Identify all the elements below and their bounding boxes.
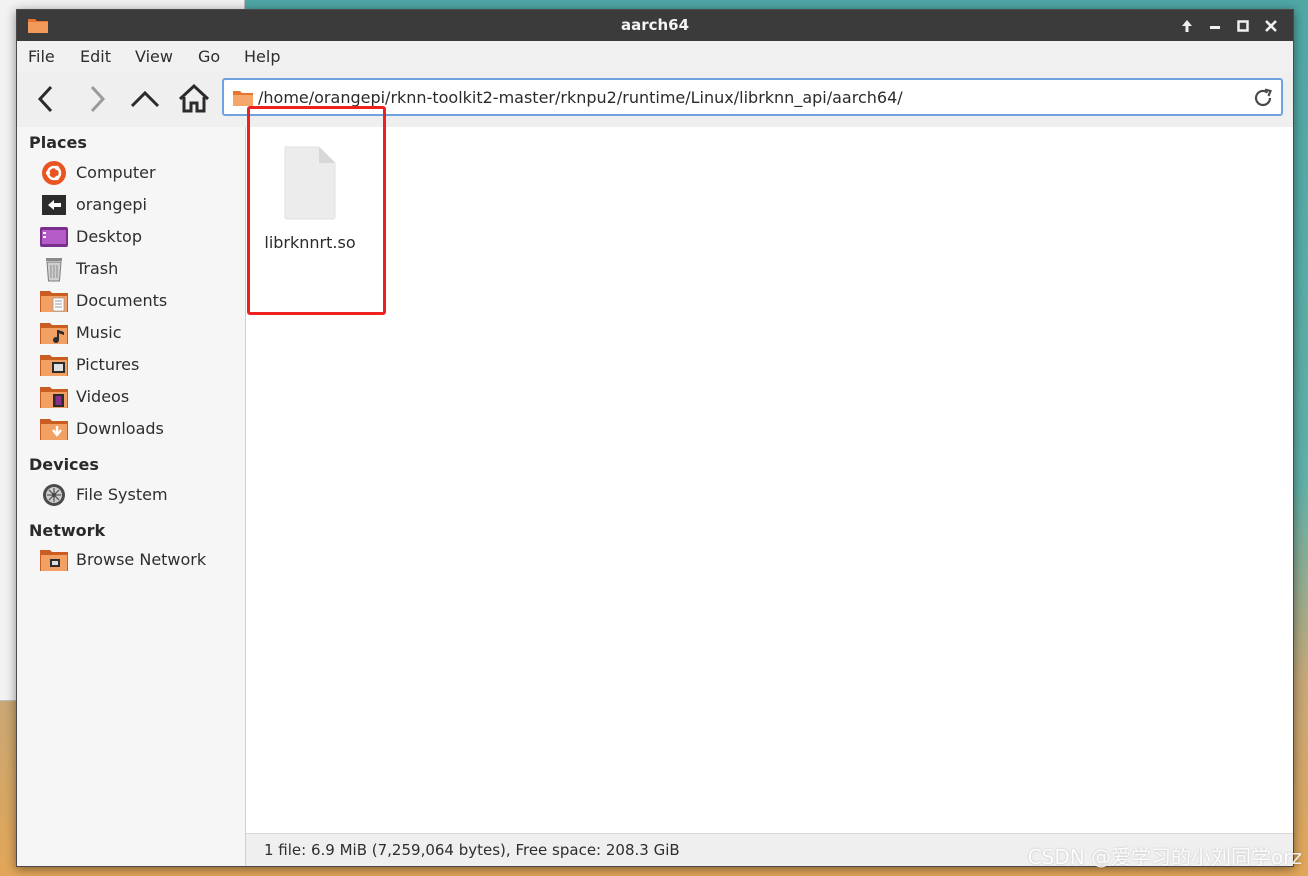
- sidebar-item-label: orangepi: [76, 195, 147, 214]
- ubuntu-logo-icon: [42, 161, 66, 185]
- sidebar-item-label: Pictures: [76, 355, 140, 374]
- status-text: 1 file: 6.9 MiB (7,259,064 bytes), Free …: [264, 841, 680, 859]
- titlebar[interactable]: aarch64: [17, 10, 1293, 41]
- sidebar-item-computer[interactable]: Computer: [37, 158, 237, 188]
- sidebar-item-downloads[interactable]: Downloads: [37, 414, 237, 444]
- sidebar-item-label: Browse Network: [76, 550, 207, 569]
- sidebar-item-label: Documents: [76, 291, 168, 310]
- toolbar: [17, 71, 1293, 128]
- watermark: CSDN @爱学习的小刘同学orz: [1027, 845, 1302, 869]
- back-button[interactable]: [30, 82, 64, 116]
- sidebar-item-orangepi[interactable]: orangepi: [37, 190, 237, 220]
- sidebar-item-desktop[interactable]: Desktop: [37, 222, 237, 252]
- sidebar-item-label: Videos: [76, 387, 130, 406]
- documents-folder-icon: [40, 291, 68, 312]
- videos-folder-icon: [40, 387, 68, 408]
- file-view[interactable]: librknnrt.so: [246, 127, 1293, 834]
- sidebar-item-browse-network[interactable]: Browse Network: [37, 545, 237, 575]
- menu-edit[interactable]: Edit: [80, 47, 111, 66]
- reload-icon[interactable]: [1251, 86, 1275, 110]
- maximize-up-icon[interactable]: [1177, 16, 1197, 36]
- sidebar-item-label: Desktop: [76, 227, 142, 246]
- location-input[interactable]: [258, 84, 1238, 110]
- close-icon[interactable]: [1261, 16, 1281, 36]
- places-header: Places: [29, 133, 87, 152]
- menu-file[interactable]: File: [28, 47, 55, 66]
- sidebar-item-pictures[interactable]: Pictures: [37, 350, 237, 380]
- menu-help[interactable]: Help: [244, 47, 280, 66]
- sidebar-item-music[interactable]: Music: [37, 318, 237, 348]
- trash-icon: [46, 258, 62, 282]
- music-folder-icon: [40, 323, 68, 344]
- harddisk-icon: [43, 484, 65, 506]
- desktop-icon: [40, 227, 68, 247]
- downloads-folder-icon: [40, 419, 68, 440]
- pictures-folder-icon: [40, 355, 68, 376]
- menu-view[interactable]: View: [135, 47, 173, 66]
- sidebar: Places Computer orangepi Desktop Trash D…: [17, 127, 246, 866]
- sidebar-item-label: Computer: [76, 163, 156, 182]
- sidebar-item-label: Trash: [76, 259, 119, 278]
- sidebar-item-documents[interactable]: Documents: [37, 286, 237, 316]
- folder-icon: [233, 91, 253, 106]
- window-title: aarch64: [620, 16, 690, 34]
- network-header: Network: [29, 521, 106, 540]
- menu-go[interactable]: Go: [198, 47, 220, 66]
- up-button[interactable]: [128, 82, 162, 116]
- network-folder-icon: [40, 550, 68, 571]
- sidebar-item-label: Downloads: [76, 419, 164, 438]
- menubar: File Edit View Go Help: [17, 41, 1293, 71]
- sidebar-item-label: File System: [76, 485, 168, 504]
- user-home-icon: [42, 195, 66, 215]
- sidebar-item-file-system[interactable]: File System: [37, 480, 237, 510]
- restore-icon[interactable]: [1233, 16, 1253, 36]
- home-button[interactable]: [177, 82, 211, 116]
- sidebar-item-label: Music: [76, 323, 122, 342]
- annotation-highlight-box: [247, 106, 386, 315]
- devices-header: Devices: [29, 455, 99, 474]
- sidebar-item-trash[interactable]: Trash: [37, 254, 237, 284]
- sidebar-item-videos[interactable]: Videos: [37, 382, 237, 412]
- minimize-icon[interactable]: [1205, 16, 1225, 36]
- file-manager-window: aarch64 File Edit View Go Help /home/ora…: [16, 9, 1294, 867]
- forward-button[interactable]: [79, 82, 113, 116]
